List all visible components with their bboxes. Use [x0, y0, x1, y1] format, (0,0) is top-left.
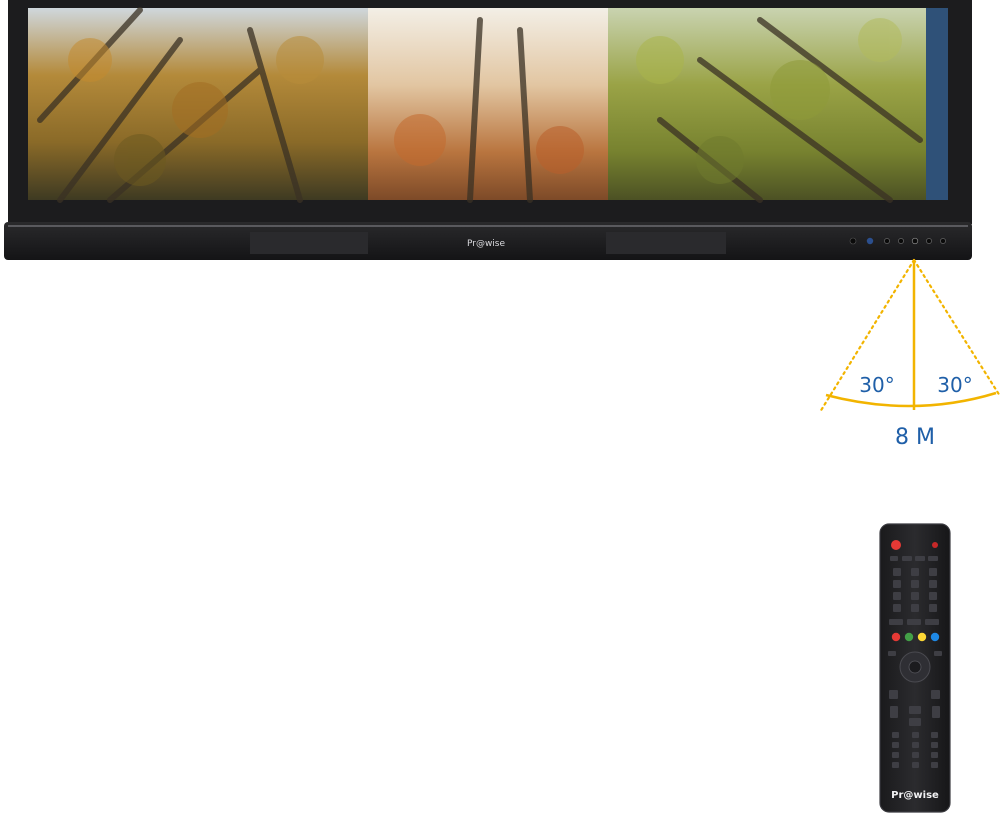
front-button-source[interactable] — [884, 238, 890, 244]
remote-key[interactable] — [902, 556, 912, 561]
remote-brand-logo: Pr@wise — [891, 790, 939, 801]
screen-side-panel — [926, 8, 948, 200]
remote-reception-range: 30° 30° 8 M — [818, 258, 1002, 450]
interactive-display: Pr@wise — [4, 0, 972, 260]
remote-key[interactable] — [925, 619, 939, 625]
remote-key[interactable] — [892, 752, 899, 758]
remote-key[interactable] — [932, 706, 940, 718]
front-button-menu[interactable] — [898, 238, 904, 244]
front-button-power[interactable] — [849, 237, 857, 245]
remote-blue-key[interactable] — [930, 632, 940, 642]
remote-key[interactable] — [889, 690, 898, 699]
front-button-ir-receiver — [911, 237, 919, 245]
remote-key[interactable] — [915, 556, 925, 561]
remote-key[interactable] — [893, 568, 901, 576]
remote-key[interactable] — [929, 604, 937, 612]
remote-key[interactable] — [912, 742, 919, 748]
screen-photo-center — [368, 8, 608, 200]
display-range-diagram: Pr@wise 30° 30° 8 M Pr@wise — [4, 0, 1002, 813]
speaker-grille-right — [606, 232, 726, 254]
remote-key[interactable] — [889, 619, 903, 625]
remote-yellow-key[interactable] — [917, 632, 927, 642]
remote-key[interactable] — [893, 592, 901, 600]
remote-key[interactable] — [911, 568, 919, 576]
remote-key[interactable] — [890, 556, 898, 561]
remote-key[interactable] — [911, 592, 919, 600]
remote-wide-keys — [889, 619, 939, 625]
remote-mute-button[interactable] — [932, 542, 938, 548]
range-left-angle-label: 30° — [859, 373, 894, 397]
remote-key[interactable] — [929, 580, 937, 588]
remote-key[interactable] — [892, 762, 899, 768]
front-button-ch[interactable] — [940, 238, 946, 244]
front-button-vol[interactable] — [926, 238, 932, 244]
remote-key[interactable] — [929, 568, 937, 576]
remote-green-key[interactable] — [904, 632, 914, 642]
remote-key[interactable] — [911, 580, 919, 588]
remote-red-key[interactable] — [891, 632, 901, 642]
remote-key[interactable] — [931, 752, 938, 758]
remote-key[interactable] — [890, 706, 898, 718]
remote-key[interactable] — [929, 592, 937, 600]
remote-key[interactable] — [892, 742, 899, 748]
remote-key[interactable] — [909, 718, 921, 726]
remote-key[interactable] — [912, 762, 919, 768]
range-distance-label: 8 M — [895, 425, 935, 450]
remote-key[interactable] — [893, 604, 901, 612]
remote-power-button[interactable] — [891, 540, 901, 550]
remote-control: Pr@wise — [879, 523, 951, 813]
remote-key[interactable] — [912, 732, 919, 738]
display-brand-logo: Pr@wise — [467, 239, 506, 249]
remote-key[interactable] — [912, 752, 919, 758]
remote-key[interactable] — [931, 742, 938, 748]
speaker-grille-left — [250, 232, 368, 254]
range-right-angle-label: 30° — [937, 373, 972, 397]
remote-key[interactable] — [931, 732, 938, 738]
remote-key[interactable] — [934, 651, 942, 656]
remote-key[interactable] — [911, 604, 919, 612]
remote-key[interactable] — [888, 651, 896, 656]
remote-key[interactable] — [907, 619, 921, 625]
remote-key[interactable] — [931, 690, 940, 699]
remote-key[interactable] — [928, 556, 938, 561]
remote-key[interactable] — [893, 580, 901, 588]
remote-ok-button[interactable] — [908, 660, 922, 674]
front-button-sensor — [866, 237, 874, 245]
remote-key[interactable] — [931, 762, 938, 768]
remote-key[interactable] — [892, 732, 899, 738]
remote-key[interactable] — [909, 706, 921, 714]
